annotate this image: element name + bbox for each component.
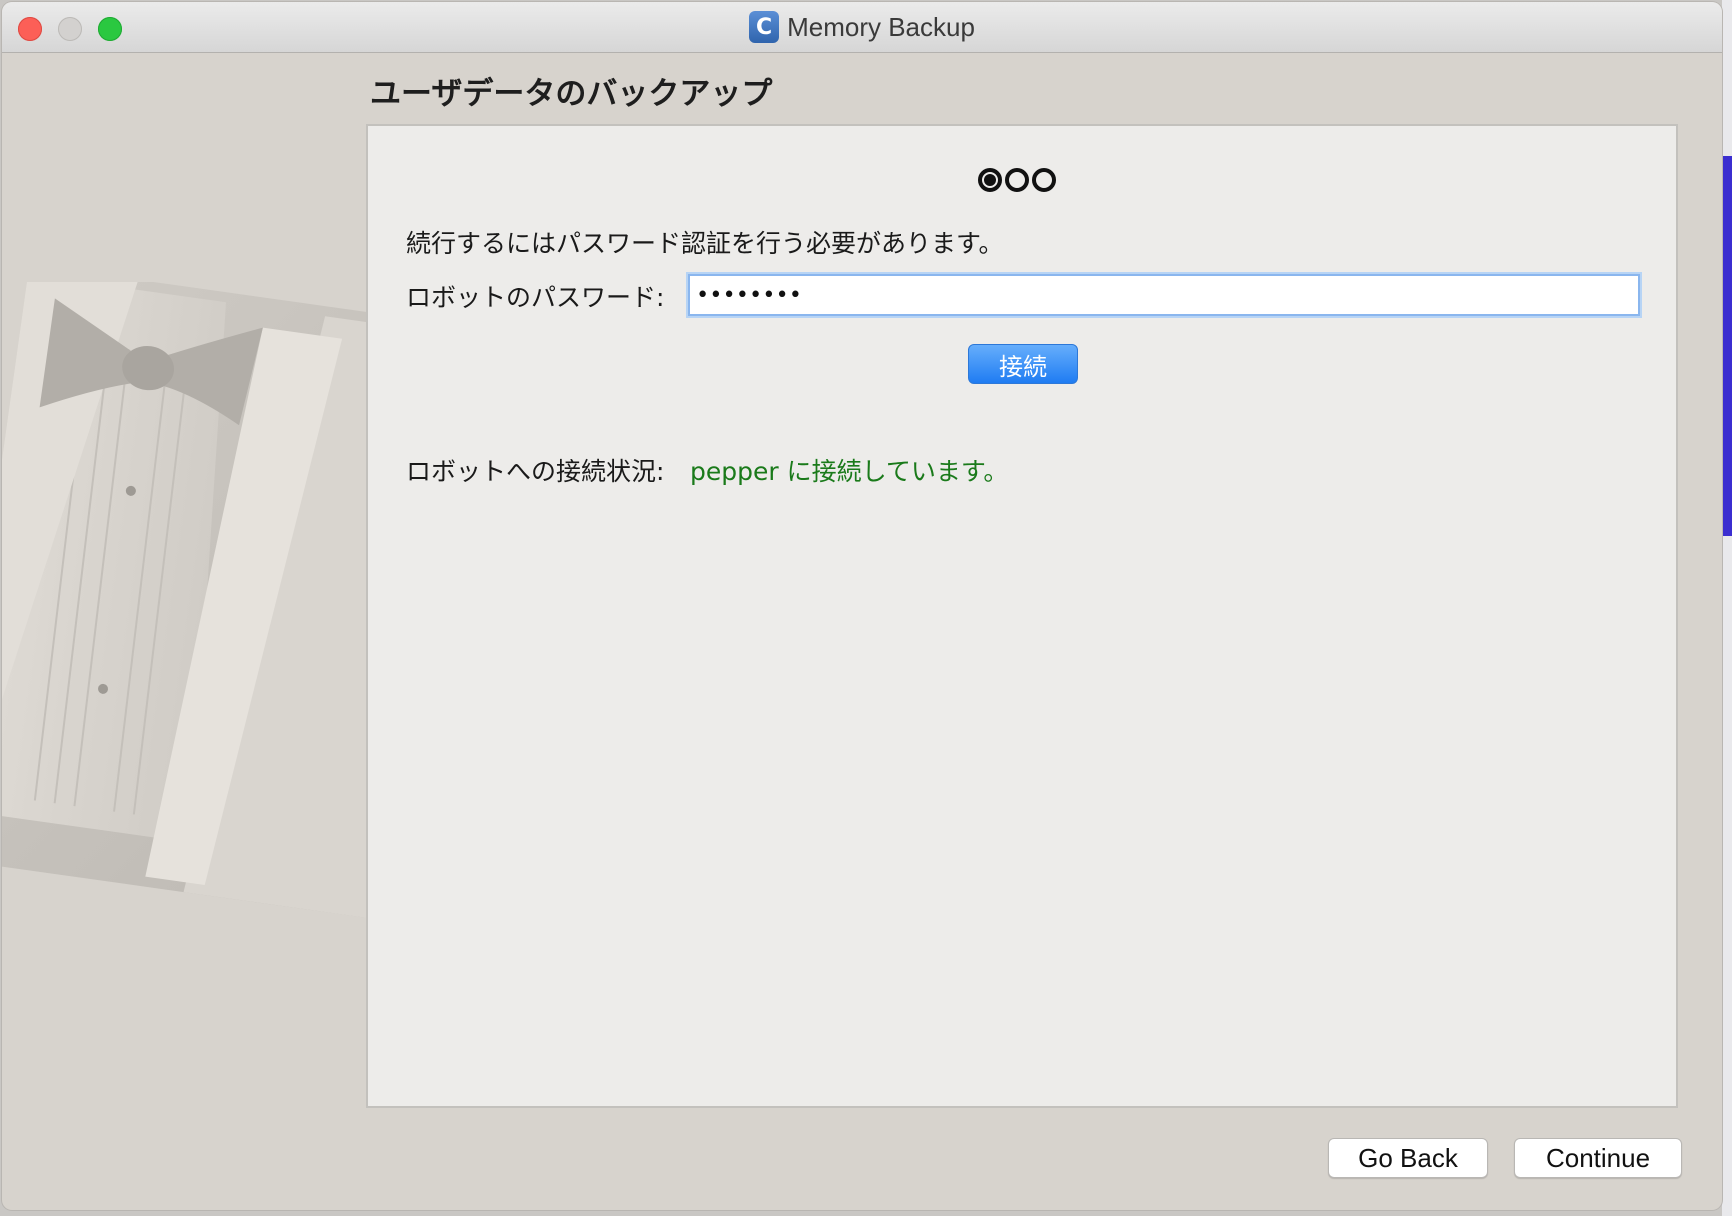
content-panel: 続行するにはパスワード認証を行う必要があります。 ロボットのパスワード: 接続 …	[366, 124, 1678, 1108]
window-title: Memory Backup	[787, 11, 975, 42]
password-field[interactable]	[688, 274, 1640, 316]
connection-status-value: pepper に接続しています。	[690, 457, 1009, 486]
background-window-edge	[1722, 156, 1732, 536]
page-title: ユーザデータのバックアップ	[370, 76, 773, 112]
window-title-group: C Memory Backup	[2, 2, 1722, 52]
connection-status-label: ロボットへの接続状況:	[406, 457, 665, 486]
app-icon: C	[749, 11, 780, 43]
step-3-icon	[1032, 168, 1056, 192]
instruction-text: 続行するにはパスワード認証を行う必要があります。	[406, 229, 1004, 258]
step-2-icon	[1005, 168, 1029, 192]
step-1-current-icon	[978, 168, 1002, 192]
continue-button[interactable]: Continue	[1514, 1138, 1682, 1178]
title-bar[interactable]: C Memory Backup	[2, 2, 1722, 53]
desktop-background	[1722, 0, 1732, 1216]
connect-button[interactable]: 接続	[968, 344, 1078, 384]
step-indicator	[978, 168, 1056, 192]
password-label: ロボットのパスワード:	[406, 283, 665, 312]
go-back-button[interactable]: Go Back	[1328, 1138, 1488, 1178]
installer-window: C Memory Backup ユーザデータのバックアップ 続行するにはパスワー…	[2, 2, 1722, 1210]
